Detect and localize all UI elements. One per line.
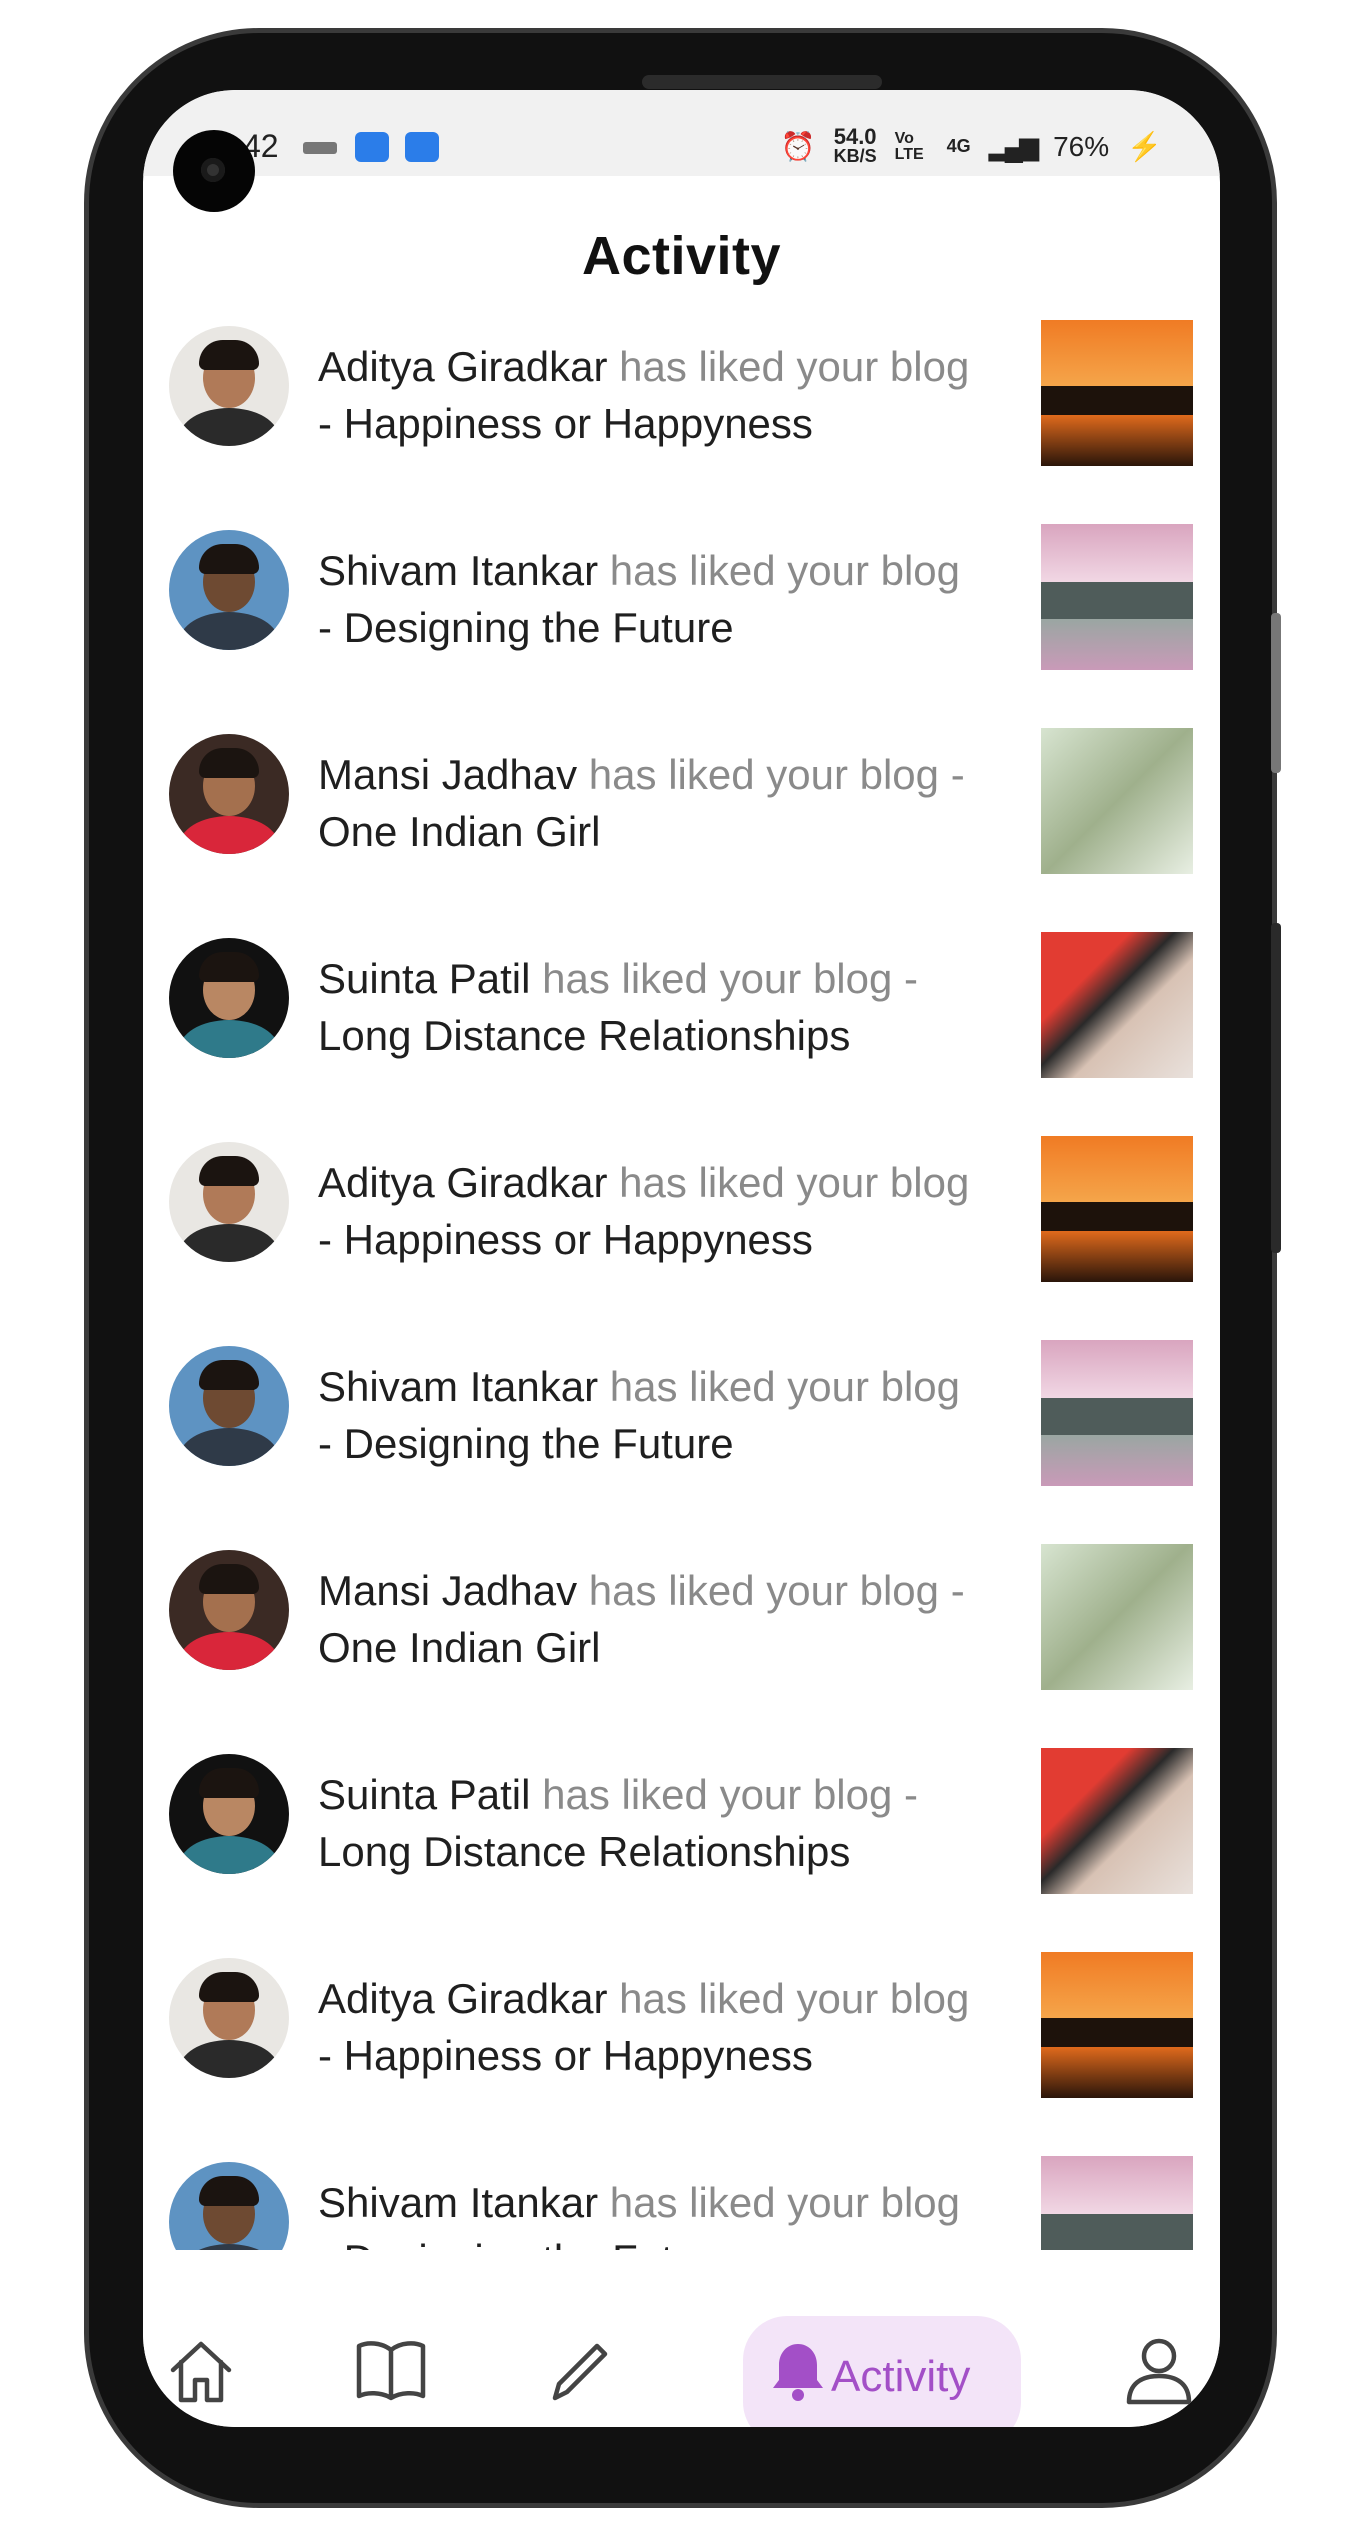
activity-item[interactable]: Aditya Giradkar has liked your blog - Hap… bbox=[143, 1952, 1220, 2156]
user-avatar[interactable] bbox=[169, 734, 289, 854]
activity-item[interactable]: Aditya Giradkar has liked your blog - Hap… bbox=[143, 320, 1220, 524]
activity-text: Aditya Giradkar has liked your blog - Hap… bbox=[318, 1154, 1008, 1268]
activity-action: has liked your blog bbox=[607, 1159, 970, 1206]
book-icon bbox=[356, 2341, 426, 2401]
user-avatar[interactable] bbox=[169, 1754, 289, 1874]
blog-title[interactable]: - Designing the Future bbox=[318, 1420, 734, 1467]
blog-thumbnail[interactable] bbox=[1041, 1544, 1193, 1690]
network-type: 4G bbox=[946, 136, 971, 156]
activity-text: Mansi Jadhav has liked your blog - One In… bbox=[318, 746, 1008, 860]
activity-action: has liked your blog bbox=[598, 1363, 961, 1410]
blog-thumbnail[interactable] bbox=[1041, 1340, 1193, 1486]
home-icon bbox=[170, 2341, 232, 2403]
page-title: Activity bbox=[581, 226, 782, 286]
cloud-notification-icon bbox=[355, 132, 389, 162]
activity-text: Shivam Itankar has liked your blog - Desi… bbox=[318, 2174, 1008, 2250]
user-name[interactable]: Aditya Giradkar bbox=[318, 1975, 607, 2022]
bell-icon bbox=[773, 2344, 823, 2401]
user-avatar[interactable] bbox=[169, 1142, 289, 1262]
alarm-icon: ⏰ bbox=[780, 131, 816, 162]
blog-title[interactable]: - Designing the Future bbox=[318, 604, 734, 651]
activity-action: has liked your blog - bbox=[577, 1567, 965, 1614]
nav-activity-label: Activity bbox=[831, 2352, 971, 2401]
bottom-navigation: Activity bbox=[143, 2298, 1220, 2427]
user-avatar[interactable] bbox=[169, 2162, 289, 2250]
blog-title[interactable]: - Designing the Future bbox=[318, 2236, 734, 2250]
volte-icon: Vo LTE bbox=[894, 129, 924, 163]
battery-percent: 76% bbox=[1053, 130, 1110, 162]
activity-list: Aditya Giradkar has liked your blog - Hap… bbox=[143, 320, 1220, 2250]
signal-icon: ▂▄▆ bbox=[988, 131, 1039, 161]
activity-text: Mansi Jadhav has liked your blog - One In… bbox=[318, 1562, 1008, 1676]
activity-action: has liked your blog - bbox=[577, 751, 965, 798]
user-avatar[interactable] bbox=[169, 530, 289, 650]
earpiece-speaker bbox=[642, 75, 882, 89]
volume-button bbox=[1271, 613, 1281, 773]
activity-text: Suinta Patil has liked your blog - Long D… bbox=[318, 950, 1008, 1064]
activity-text: Shivam Itankar has liked your blog - Desi… bbox=[318, 542, 1008, 656]
blog-title[interactable]: One Indian Girl bbox=[318, 1624, 600, 1671]
user-avatar[interactable] bbox=[169, 1550, 289, 1670]
blog-thumbnail[interactable] bbox=[1041, 932, 1193, 1078]
blog-thumbnail[interactable] bbox=[1041, 1136, 1193, 1282]
activity-item[interactable]: Shivam Itankar has liked your blog - Desi… bbox=[143, 1340, 1220, 1544]
blog-thumbnail[interactable] bbox=[1041, 2156, 1193, 2250]
blog-title[interactable]: - Happiness or Happyness bbox=[318, 400, 813, 447]
activity-text: Shivam Itankar has liked your blog - Desi… bbox=[318, 1358, 1008, 1472]
user-name[interactable]: Aditya Giradkar bbox=[318, 343, 607, 390]
user-avatar[interactable] bbox=[169, 1958, 289, 2078]
activity-item[interactable]: Shivam Itankar has liked your blog - Desi… bbox=[143, 524, 1220, 728]
blog-title[interactable]: - Happiness or Happyness bbox=[318, 1216, 813, 1263]
user-avatar[interactable] bbox=[169, 938, 289, 1058]
activity-action: has liked your blog - bbox=[530, 1771, 919, 1818]
blog-title[interactable]: Long Distance Relationships bbox=[318, 1012, 850, 1059]
user-avatar[interactable] bbox=[169, 326, 289, 446]
activity-item[interactable]: Suinta Patil has liked your blog - Long D… bbox=[143, 1748, 1220, 1952]
activity-text: Aditya Giradkar has liked your blog - Hap… bbox=[318, 338, 1008, 452]
activity-action: has liked your blog - bbox=[530, 955, 919, 1002]
activity-item[interactable]: Mansi Jadhav has liked your blog - One In… bbox=[143, 728, 1220, 932]
usb-notification-icon bbox=[405, 132, 439, 162]
blog-thumbnail[interactable] bbox=[1041, 1748, 1193, 1894]
user-name[interactable]: Shivam Itankar bbox=[318, 1363, 598, 1410]
activity-action: has liked your blog bbox=[598, 2179, 961, 2226]
ndtv-notification-icon bbox=[303, 142, 337, 154]
status-bar: 42 ⏰ 54.0 KB/S Vo LTE 4G ▂▄▆ 76% ⚡ bbox=[143, 90, 1220, 176]
user-avatar[interactable] bbox=[169, 1346, 289, 1466]
user-name[interactable]: Mansi Jadhav bbox=[318, 751, 577, 798]
app-screen: 42 ⏰ 54.0 KB/S Vo LTE 4G ▂▄▆ 76% ⚡ Activ… bbox=[143, 90, 1220, 2427]
activity-action: has liked your blog bbox=[607, 343, 970, 390]
blog-thumbnail[interactable] bbox=[1041, 728, 1193, 874]
blog-title[interactable]: - Happiness or Happyness bbox=[318, 2032, 813, 2079]
charging-icon: ⚡ bbox=[1127, 131, 1162, 162]
activity-action: has liked your blog bbox=[607, 1975, 970, 2022]
activity-action: has liked your blog bbox=[598, 547, 961, 594]
power-button bbox=[1271, 923, 1281, 1253]
profile-icon bbox=[1126, 2338, 1192, 2405]
activity-item[interactable]: Mansi Jadhav has liked your blog - One In… bbox=[143, 1544, 1220, 1748]
activity-item[interactable]: Aditya Giradkar has liked your blog - Hap… bbox=[143, 1136, 1220, 1340]
user-name[interactable]: Suinta Patil bbox=[318, 955, 530, 1002]
network-speed: 54.0 KB/S bbox=[833, 124, 877, 166]
blog-title[interactable]: One Indian Girl bbox=[318, 808, 600, 855]
activity-text: Suinta Patil has liked your blog - Long D… bbox=[318, 1766, 1008, 1880]
blog-thumbnail[interactable] bbox=[1041, 524, 1193, 670]
user-name[interactable]: Aditya Giradkar bbox=[318, 1159, 607, 1206]
user-name[interactable]: Shivam Itankar bbox=[318, 2179, 598, 2226]
front-camera bbox=[173, 130, 255, 212]
blog-thumbnail[interactable] bbox=[1041, 320, 1193, 466]
activity-item[interactable]: Suinta Patil has liked your blog - Long D… bbox=[143, 932, 1220, 1136]
blog-title[interactable]: Long Distance Relationships bbox=[318, 1828, 850, 1875]
user-name[interactable]: Suinta Patil bbox=[318, 1771, 530, 1818]
blog-thumbnail[interactable] bbox=[1041, 1952, 1193, 2098]
user-name[interactable]: Shivam Itankar bbox=[318, 547, 598, 594]
user-name[interactable]: Mansi Jadhav bbox=[318, 1567, 577, 1614]
pencil-icon bbox=[552, 2343, 608, 2401]
status-right: ⏰ 54.0 KB/S Vo LTE 4G ▂▄▆ 76% ⚡ bbox=[780, 124, 1162, 166]
activity-item[interactable]: Shivam Itankar has liked your blog - Desi… bbox=[143, 2156, 1220, 2250]
activity-text: Aditya Giradkar has liked your blog - Hap… bbox=[318, 1970, 1008, 2084]
